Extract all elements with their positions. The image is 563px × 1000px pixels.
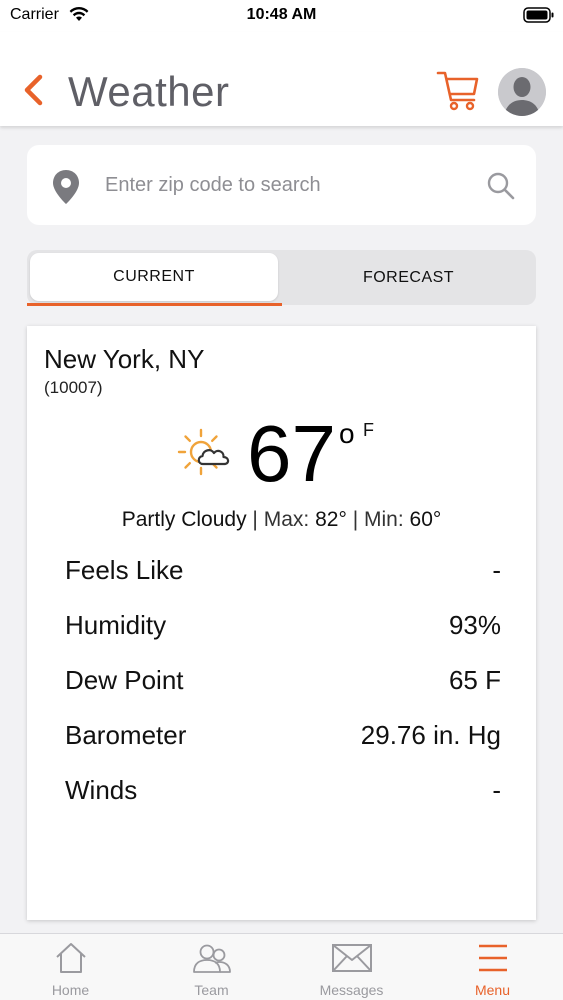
- detail-row-barometer: Barometer 29.76 in. Hg: [65, 716, 501, 771]
- zip-search-input[interactable]: [105, 169, 465, 201]
- summary-separator: |: [352, 508, 359, 531]
- tabbar-label: Team: [194, 982, 229, 998]
- avatar[interactable]: [498, 68, 546, 116]
- detail-row-winds: Winds -: [65, 771, 501, 826]
- summary-separator: |: [252, 508, 258, 531]
- detail-row-feels-like: Feels Like -: [65, 551, 501, 606]
- detail-value: 65 F: [448, 665, 501, 695]
- detail-value: -: [492, 775, 501, 805]
- detail-value: 29.76 in. Hg: [360, 720, 501, 750]
- mail-icon: [331, 944, 372, 972]
- current-weather-card: New York, NY (10007) 67 o F Partly Cloud…: [27, 326, 536, 920]
- battery-icon: [523, 7, 554, 23]
- detail-label: Humidity: [65, 610, 167, 640]
- zip-code: (10007): [44, 378, 103, 397]
- temperature-value: 67: [247, 409, 336, 498]
- detail-row-humidity: Humidity 93%: [65, 606, 501, 661]
- home-icon: [55, 943, 86, 973]
- location-pin-icon: [53, 170, 79, 204]
- tabbar-label: Home: [51, 982, 90, 998]
- tabbar-item-home[interactable]: Home: [0, 934, 141, 1000]
- status-bar: Carrier 10:48 AM: [0, 0, 563, 32]
- tabbar-label: Menu: [474, 982, 511, 998]
- condition-text: Partly Cloudy: [121, 508, 247, 531]
- detail-label: Dew Point: [65, 665, 184, 695]
- cart-icon[interactable]: [436, 68, 480, 112]
- detail-row-dew-point: Dew Point 65 F: [65, 661, 501, 716]
- detail-value: 93%: [448, 610, 501, 640]
- degree-symbol: o: [339, 418, 355, 449]
- temperature-unit: F: [363, 420, 374, 440]
- tab-forecast[interactable]: FORECAST: [281, 250, 536, 305]
- city-name: New York, NY: [44, 344, 205, 374]
- zip-search-box: [27, 145, 536, 225]
- min-value: 60°: [409, 508, 442, 531]
- search-icon[interactable]: [486, 171, 516, 201]
- detail-label: Barometer: [65, 720, 187, 750]
- weather-details-list: Feels Like - Humidity 93% Dew Point 65 F…: [65, 551, 501, 826]
- user-avatar-icon: [498, 68, 546, 116]
- tabbar-item-team[interactable]: Team: [141, 934, 282, 1000]
- detail-label: Feels Like: [65, 555, 184, 585]
- tabbar-item-messages[interactable]: Messages: [281, 934, 422, 1000]
- team-icon: [192, 944, 231, 973]
- detail-value: -: [492, 555, 501, 585]
- weather-summary: Partly Cloudy | Max: 82° | Min: 60°: [27, 508, 536, 532]
- app-header: Weather: [0, 32, 563, 126]
- max-label: Max:: [263, 508, 310, 531]
- status-time: 10:48 AM: [246, 6, 317, 23]
- tabbar-item-menu[interactable]: Menu: [422, 934, 563, 1000]
- active-tab-indicator: [27, 303, 282, 306]
- page-title: Weather: [68, 68, 230, 115]
- partly-cloudy-icon: [177, 428, 230, 476]
- detail-label: Winds: [65, 775, 138, 805]
- chevron-left-icon[interactable]: [22, 74, 44, 106]
- tabbar-label: Messages: [319, 982, 384, 998]
- weather-tabs: CURRENT FORECAST: [27, 250, 536, 305]
- min-label: Min:: [364, 508, 404, 531]
- max-value: 82°: [315, 508, 347, 531]
- bottom-tab-bar: Home Team Messages Menu: [0, 933, 563, 1000]
- tab-current[interactable]: CURRENT: [30, 253, 278, 301]
- menu-icon: [478, 944, 507, 972]
